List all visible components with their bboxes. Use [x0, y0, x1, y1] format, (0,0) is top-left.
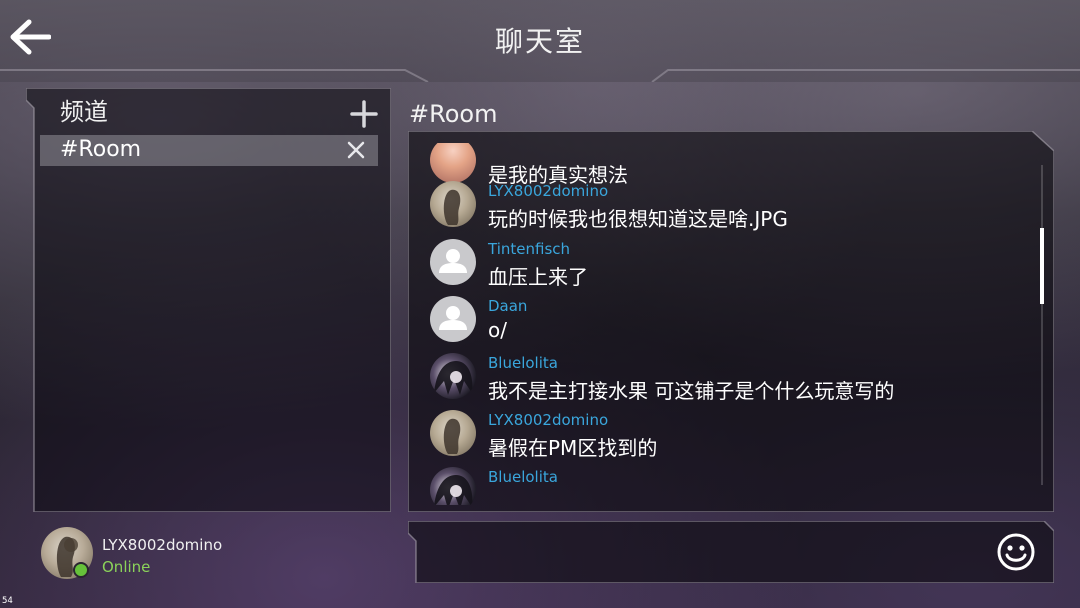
- room-title: #Room: [409, 100, 498, 128]
- close-channel-button[interactable]: [346, 140, 366, 160]
- emoji-button[interactable]: [996, 532, 1036, 572]
- message-list[interactable]: 是我的真实想法 LYX8002domino 玩的时候我也很想知道这是啥.JPG …: [408, 143, 1040, 505]
- message-text: 我不是主打接水果 可这铺子是个什么玩意写的: [488, 379, 895, 403]
- message-text: 血压上来了: [488, 265, 588, 289]
- avatar-image: [434, 361, 473, 395]
- sender-avatar[interactable]: [430, 467, 476, 505]
- sender-avatar[interactable]: [430, 143, 476, 183]
- plus-icon: [350, 100, 378, 128]
- scrollbar-thumb[interactable]: [1040, 228, 1044, 304]
- sender-name[interactable]: Daan: [488, 297, 527, 315]
- sender-avatar[interactable]: [430, 353, 476, 399]
- current-user-name: LYX8002domino: [102, 536, 223, 554]
- sender-name[interactable]: Bluelolita: [488, 354, 558, 372]
- user-silhouette-icon: [439, 306, 467, 330]
- scrollbar-track[interactable]: [1041, 165, 1043, 485]
- page-title: 聊天室: [494, 25, 585, 58]
- message-item: LYX8002domino 暑假在PM区找到的: [430, 410, 1030, 466]
- avatar-image: [434, 475, 473, 505]
- message-input[interactable]: [424, 531, 988, 575]
- sender-avatar[interactable]: [430, 181, 476, 227]
- sender-avatar[interactable]: [430, 410, 476, 456]
- sender-avatar[interactable]: [430, 296, 476, 342]
- sender-name[interactable]: LYX8002domino: [488, 411, 608, 429]
- online-status-dot: [73, 562, 89, 578]
- message-item: LYX8002domino 玩的时候我也很想知道这是啥.JPG: [430, 181, 1030, 237]
- channels-panel: 频道 #Room: [26, 88, 391, 512]
- avatar-image: [443, 189, 461, 225]
- messages-panel: 是我的真实想法 LYX8002domino 玩的时候我也很想知道这是啥.JPG …: [408, 131, 1054, 512]
- message-text: 暑假在PM区找到的: [488, 436, 658, 460]
- sender-avatar[interactable]: [430, 239, 476, 285]
- message-input-panel: [408, 521, 1054, 583]
- user-silhouette-icon: [439, 249, 467, 273]
- message-text: 玩的时候我也很想知道这是啥.JPG: [488, 207, 788, 231]
- message-item: Tintenfisch 血压上来了: [430, 239, 1030, 295]
- sender-name[interactable]: LYX8002domino: [488, 182, 608, 200]
- current-user-status: Online: [102, 558, 151, 576]
- fps-counter: 54: [2, 596, 13, 606]
- message-item: Bluelolita 我不是主打接水果 可这铺子是个什么玩意写的: [430, 353, 1030, 409]
- message-item: Bluelolita: [430, 467, 1030, 505]
- channel-item-label: #Room: [60, 137, 142, 162]
- avatar-image: [443, 418, 461, 454]
- sender-name[interactable]: Bluelolita: [488, 468, 558, 486]
- add-channel-button[interactable]: [348, 98, 380, 130]
- smiley-icon: [997, 533, 1035, 571]
- message-item: Daan o/: [430, 296, 1030, 352]
- channels-title: 频道: [60, 98, 108, 126]
- sender-name[interactable]: Tintenfisch: [488, 240, 570, 258]
- channel-item-room[interactable]: #Room: [40, 135, 378, 166]
- message-text: o/: [488, 318, 507, 342]
- top-bar: 聊天室: [0, 0, 1080, 82]
- close-icon: [347, 141, 365, 159]
